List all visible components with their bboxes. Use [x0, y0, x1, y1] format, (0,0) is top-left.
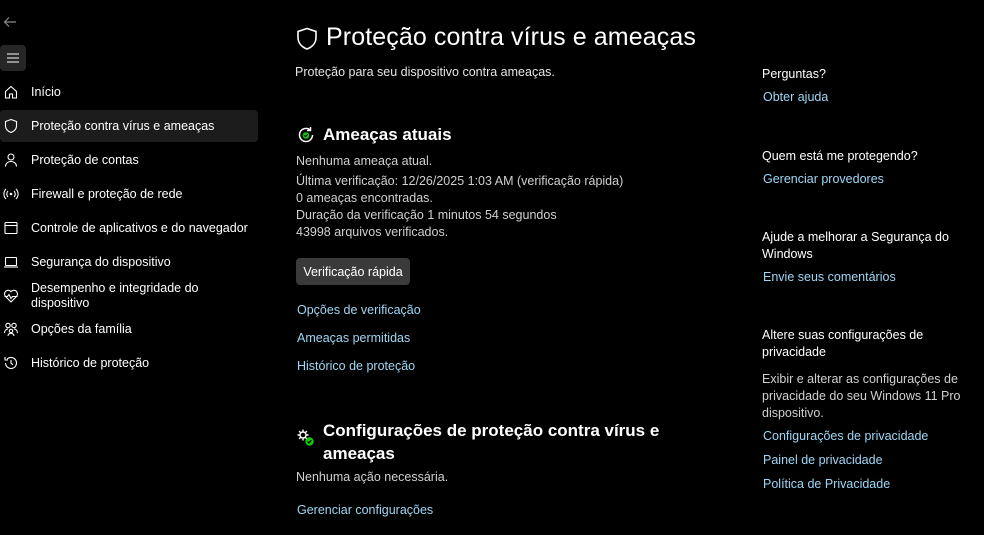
sidebar-item-label: Firewall e proteção de rede: [31, 186, 183, 201]
home-icon: [0, 84, 31, 100]
sidebar-item-label: Controle de aplicativos e do navegador: [31, 220, 248, 235]
sidebar-item-firewall[interactable]: Firewall e proteção de rede: [0, 178, 258, 210]
sidebar-item-device-security[interactable]: Segurança do dispositivo: [0, 246, 258, 278]
privacy-settings-link[interactable]: Configurações de privacidade: [763, 429, 928, 443]
sidebar-item-device-performance[interactable]: Desempenho e integridade do dispositivo: [0, 276, 258, 316]
sidebar-item-protection-history[interactable]: Histórico de proteção: [0, 347, 258, 379]
improve-security-title: Ajude a melhorar a Segurança do Windows: [762, 229, 949, 263]
privacy-text-line: privacidade do seu Windows 11 Pro: [762, 389, 961, 403]
questions-title: Perguntas?: [762, 67, 826, 81]
wifi-signal-icon: [0, 186, 31, 202]
improve-title-line: Windows: [762, 247, 813, 261]
settings-title-line: Configurações de proteção contra vírus e: [323, 421, 660, 440]
privacy-description: Exibir e alterar as configurações de pri…: [762, 371, 961, 422]
last-scan-text: Última verificação: 12/26/2025 1:03 AM (…: [296, 174, 624, 188]
sidebar-item-label: Início: [31, 84, 61, 99]
sidebar-item-label: Proteção contra vírus e ameaças: [31, 118, 215, 133]
sidebar-item-label: Histórico de proteção: [31, 355, 150, 370]
heart-pulse-icon: [0, 288, 31, 304]
privacy-title-line: Altere suas configurações de: [762, 328, 924, 342]
quick-scan-button[interactable]: Verificação rápida: [296, 258, 410, 285]
allowed-threats-link[interactable]: Ameaças permitidas: [297, 331, 410, 345]
person-icon: [0, 152, 31, 168]
current-threats-title: Ameaças atuais: [323, 125, 452, 144]
privacy-settings-title: Altere suas configurações de privacidade: [762, 327, 923, 361]
privacy-policy-link[interactable]: Política de Privacidade: [763, 477, 890, 491]
settings-title-line: ameaças: [323, 444, 395, 463]
scan-duration-text: Duração da verificação 1 minutos 54 segu…: [296, 208, 557, 222]
privacy-dashboard-link[interactable]: Painel de privacidade: [763, 453, 883, 467]
sidebar-item-virus-protection[interactable]: Proteção contra vírus e ameaças: [0, 110, 258, 142]
improve-title-line: Ajude a melhorar a Segurança do: [762, 230, 949, 244]
manage-providers-link[interactable]: Gerenciar provedores: [763, 172, 884, 186]
privacy-text-line: Exibir e alterar as configurações de: [762, 372, 958, 386]
protection-settings-title: Configurações de proteção contra vírus e…: [323, 419, 659, 465]
history-icon: [0, 355, 31, 371]
who-protects-title: Quem está me protegendo?: [762, 149, 918, 163]
sidebar-item-label: Proteção de contas: [31, 152, 139, 167]
app-window-icon: [0, 220, 31, 236]
threats-found-text: 0 ameaças encontradas.: [296, 191, 433, 205]
shield-icon: [0, 118, 31, 134]
sidebar-item-label: Desempenho e integridade do dispositivo: [31, 281, 199, 310]
shield-icon: [297, 27, 317, 50]
hamburger-menu-button[interactable]: [0, 45, 26, 71]
settings-status-text: Nenhuma ação necessária.: [296, 470, 449, 484]
threat-status-text: Nenhuma ameaça atual.: [296, 154, 433, 168]
family-icon: [0, 321, 31, 337]
manage-settings-link[interactable]: Gerenciar configurações: [297, 503, 433, 517]
privacy-title-line: privacidade: [762, 345, 826, 359]
sidebar-item-home[interactable]: Início: [0, 76, 258, 108]
hamburger-icon: [7, 53, 19, 63]
files-scanned-text: 43998 arquivos verificados.: [296, 225, 449, 239]
send-feedback-link[interactable]: Envie seus comentários: [763, 270, 896, 284]
back-arrow-icon: [3, 17, 16, 27]
back-button[interactable]: [2, 14, 22, 34]
protection-history-link[interactable]: Histórico de proteção: [297, 359, 415, 373]
scan-refresh-icon: [298, 127, 314, 143]
laptop-icon: [0, 254, 31, 270]
sidebar-item-account-protection[interactable]: Proteção de contas: [0, 144, 258, 176]
sidebar-item-label: Segurança do dispositivo: [31, 254, 171, 269]
settings-gear-check-icon: [297, 429, 314, 446]
sidebar-item-family-options[interactable]: Opções da família: [0, 313, 258, 345]
sidebar-item-label: Opções da família: [31, 321, 132, 336]
privacy-text-line: dispositivo.: [762, 406, 824, 420]
page-title: Proteção contra vírus e ameaças: [326, 23, 696, 51]
scan-options-link[interactable]: Opções de verificação: [297, 303, 421, 317]
page-subtitle: Proteção para seu dispositivo contra ame…: [295, 65, 555, 79]
get-help-link[interactable]: Obter ajuda: [763, 90, 828, 104]
sidebar-item-app-browser-control[interactable]: Controle de aplicativos e do navegador: [0, 212, 258, 244]
